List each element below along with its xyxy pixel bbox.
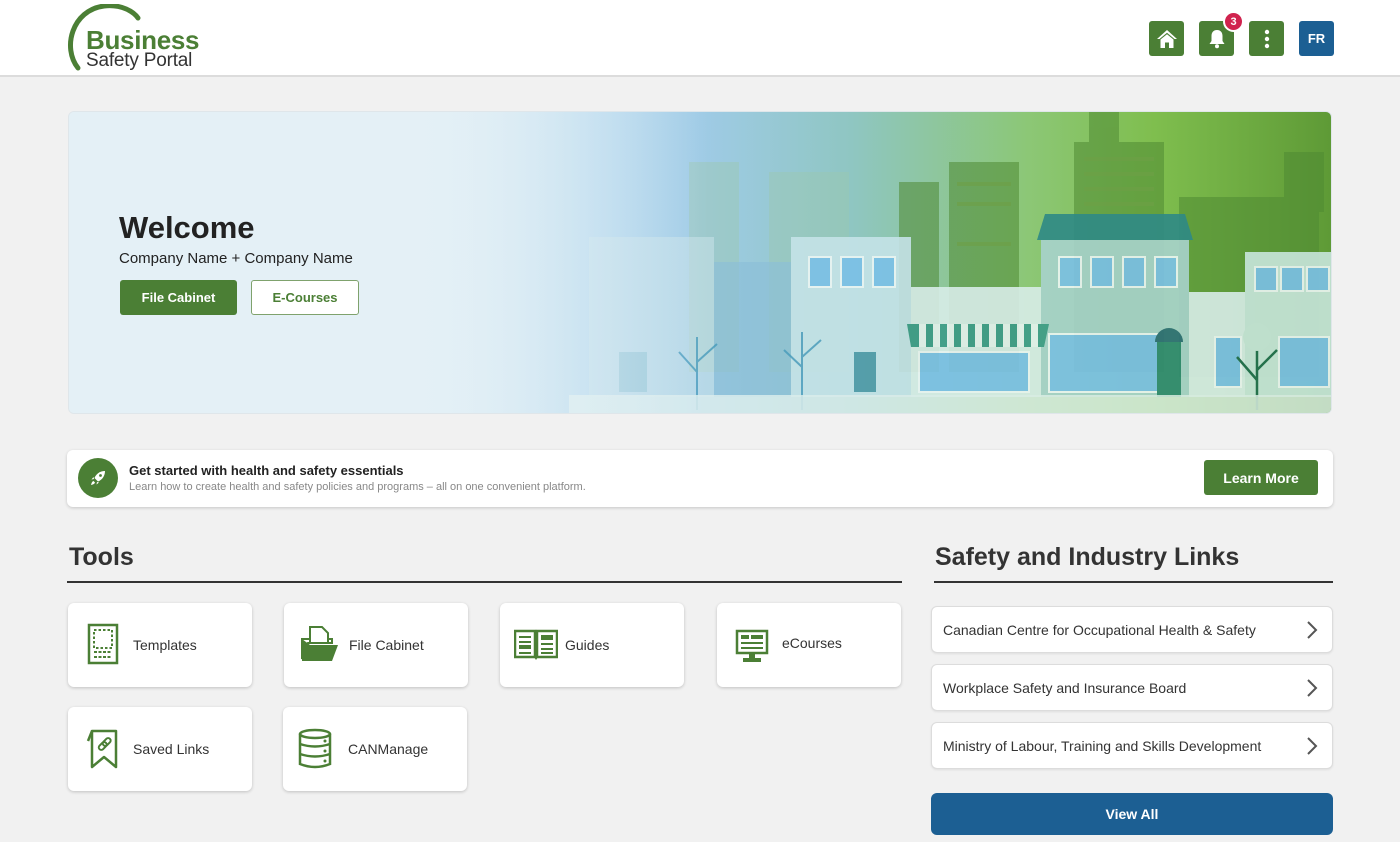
tool-label: eCourses xyxy=(782,635,842,651)
links-heading: Safety and Industry Links xyxy=(935,543,1240,571)
tools-heading: Tools xyxy=(69,543,134,571)
rocket-badge xyxy=(78,458,118,498)
link-wsib[interactable]: Workplace Safety and Insurance Board xyxy=(931,664,1333,711)
template-icon xyxy=(87,623,119,665)
tool-label: Templates xyxy=(133,637,197,653)
view-all-button[interactable]: View All xyxy=(931,793,1333,835)
monitor-icon xyxy=(735,629,769,662)
tool-card-file-cabinet[interactable]: File Cabinet xyxy=(284,603,468,687)
notification-count-badge: 3 xyxy=(1223,11,1244,32)
chevron-right-icon xyxy=(1307,621,1318,639)
hero-file-cabinet-button[interactable]: File Cabinet xyxy=(120,280,237,315)
language-toggle-button[interactable]: FR xyxy=(1299,21,1334,56)
tools-divider xyxy=(67,581,902,583)
more-vertical-icon xyxy=(1264,29,1269,48)
notifications-button[interactable]: 3 xyxy=(1199,11,1244,56)
more-menu-button[interactable] xyxy=(1249,21,1284,56)
tool-card-templates[interactable]: Templates xyxy=(68,603,252,687)
home-button[interactable] xyxy=(1149,21,1184,56)
chevron-right-icon xyxy=(1307,679,1318,697)
tool-label: CANManage xyxy=(348,741,429,757)
chevron-right-icon xyxy=(1307,737,1318,755)
link-label: Canadian Centre for Occupational Health … xyxy=(943,622,1256,638)
book-icon xyxy=(514,629,558,660)
links-divider xyxy=(934,581,1333,583)
link-ccohs[interactable]: Canadian Centre for Occupational Health … xyxy=(931,606,1333,653)
learn-more-button[interactable]: Learn More xyxy=(1204,460,1318,495)
tool-label: Saved Links xyxy=(133,741,210,757)
tool-label: Guides xyxy=(565,637,610,653)
tool-card-guides[interactable]: Guides xyxy=(500,603,684,687)
home-icon xyxy=(1156,29,1177,48)
logo[interactable]: Business Safety Portal xyxy=(66,4,206,72)
rocket-icon xyxy=(91,471,105,485)
database-icon xyxy=(298,728,332,769)
folder-icon xyxy=(301,626,338,661)
tool-card-saved-links[interactable]: Saved Links xyxy=(68,707,252,791)
company-names: Company Name + Company Name xyxy=(119,250,353,267)
top-header: Business Safety Portal 3 FR xyxy=(0,0,1400,77)
tool-card-ecourses[interactable]: eCourses xyxy=(717,603,901,687)
link-ministry-of-labour[interactable]: Ministry of Labour, Training and Skills … xyxy=(931,722,1333,769)
bell-icon xyxy=(1209,29,1224,48)
welcome-title: Welcome xyxy=(119,210,255,245)
get-started-banner: Get started with health and safety essen… xyxy=(67,450,1333,507)
bookmark-link-icon xyxy=(86,729,118,769)
banner-description: Learn how to create health and safety po… xyxy=(129,481,586,493)
link-label: Ministry of Labour, Training and Skills … xyxy=(943,738,1262,754)
tool-card-canmanage[interactable]: CANManage xyxy=(283,707,467,791)
hero-ecourses-button[interactable]: E-Courses xyxy=(251,280,359,315)
banner-title: Get started with health and safety essen… xyxy=(129,463,404,478)
tool-label: File Cabinet xyxy=(349,637,424,653)
welcome-hero: Welcome Company Name + Company Name File… xyxy=(68,111,1332,414)
logo-subtitle: Safety Portal xyxy=(86,50,193,71)
link-label: Workplace Safety and Insurance Board xyxy=(943,680,1187,696)
